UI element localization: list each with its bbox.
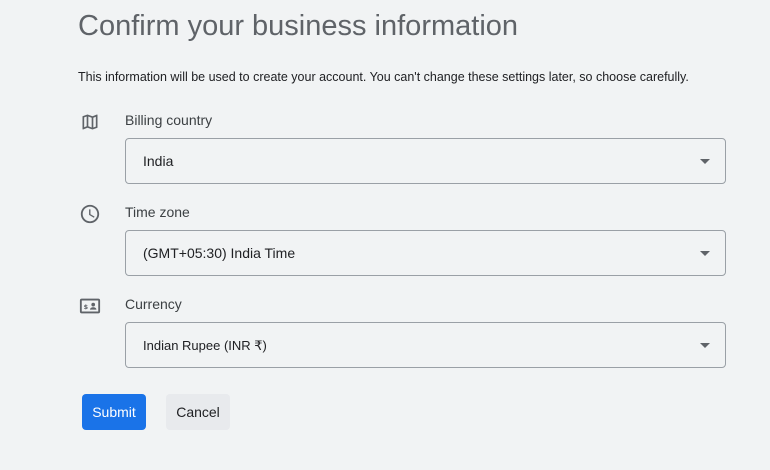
map-icon	[79, 111, 101, 133]
page-title: Confirm your business information	[78, 10, 519, 42]
clock-icon	[79, 203, 101, 225]
billing-country-select[interactable]: India	[125, 138, 726, 184]
svg-text:$: $	[84, 303, 89, 311]
billing-country-value: India	[143, 153, 174, 169]
dropdown-arrow-icon	[700, 159, 710, 164]
time-zone-value: (GMT+05:30) India Time	[143, 245, 296, 261]
dropdown-arrow-icon	[700, 343, 710, 348]
billing-country-label: Billing country	[125, 112, 213, 128]
currency-select[interactable]: Indian Rupee (INR ₹)	[125, 322, 726, 368]
submit-button[interactable]: Submit	[82, 394, 146, 430]
dropdown-arrow-icon	[700, 251, 710, 256]
cancel-button[interactable]: Cancel	[166, 394, 230, 430]
business-info-page: Confirm your business information This i…	[0, 0, 770, 470]
currency-label: Currency	[125, 296, 182, 312]
page-description: This information will be used to create …	[78, 70, 689, 84]
currency-value: Indian Rupee (INR ₹)	[143, 338, 267, 353]
currency-icon: $	[79, 295, 101, 317]
time-zone-label: Time zone	[125, 204, 190, 220]
time-zone-select[interactable]: (GMT+05:30) India Time	[125, 230, 726, 276]
